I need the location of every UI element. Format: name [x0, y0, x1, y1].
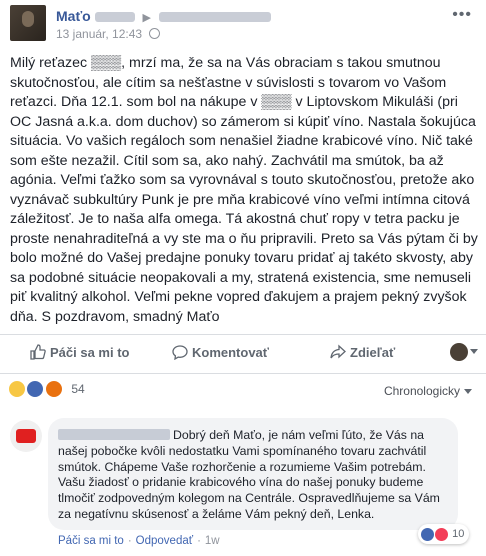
- share-icon: [330, 344, 346, 359]
- redacted-commenter-name[interactable]: [58, 429, 170, 440]
- arrow-right-icon: ▶: [142, 12, 151, 24]
- author-avatar[interactable]: [10, 5, 46, 41]
- share-label: Zdieľať: [350, 345, 396, 360]
- chevron-down-icon[interactable]: [470, 349, 478, 354]
- ellipsis-icon[interactable]: •••: [452, 6, 472, 24]
- like-icon: [26, 380, 45, 398]
- comment-reaction-count: 10: [452, 528, 465, 540]
- redacted-surname: [94, 12, 135, 23]
- separator-dot: ·: [127, 535, 132, 547]
- sort-label: Chronologicky: [383, 384, 460, 398]
- share-button[interactable]: Zdieľať: [330, 344, 395, 360]
- like-button[interactable]: Páči sa mi to: [30, 344, 129, 360]
- reaction-summary[interactable]: 54: [8, 380, 85, 402]
- like-label: Páči sa mi to: [50, 345, 130, 360]
- love-icon: [434, 526, 450, 542]
- comment-sort-dropdown[interactable]: Chronologicky: [384, 384, 472, 398]
- comment-label: Komentovať: [192, 345, 270, 360]
- post-action-bar: Páči sa mi to Komentovať Zdieľať: [0, 334, 486, 374]
- separator-dot: ·: [197, 535, 201, 547]
- brand-logo: [16, 429, 36, 443]
- comment-reply-link[interactable]: Odpovedať: [136, 535, 193, 547]
- comment-button[interactable]: Komentovať: [172, 344, 270, 361]
- comment-like-link[interactable]: Páči sa mi to: [58, 535, 124, 547]
- like-icon: [420, 526, 435, 542]
- viewer-avatar[interactable]: [450, 343, 468, 361]
- comment-reactions[interactable]: 10: [418, 524, 470, 544]
- comment-age[interactable]: 1w: [205, 535, 220, 547]
- author-line: Maťo ▶: [56, 8, 271, 24]
- comment-body: Dobrý deň Maťo, je nám veľmi ľúto, že Vá…: [58, 428, 450, 523]
- comment-icon: [172, 345, 188, 361]
- post-header: Maťo ▶ 13 január, 12:43 •••: [0, 0, 486, 46]
- post-meta: 13 január, 12:43: [56, 27, 161, 41]
- chevron-down-icon: [464, 389, 472, 395]
- author-name[interactable]: Maťo: [56, 8, 91, 24]
- angry-icon: [44, 380, 63, 398]
- reaction-count: 54: [71, 382, 85, 396]
- comment-text: Dobrý deň Maťo, je nám veľmi ľúto, že Vá…: [58, 428, 440, 521]
- post-timestamp[interactable]: 13 január, 12:43: [56, 27, 142, 41]
- comment-actions: Páči sa mi to · Odpovedať · 1w: [58, 535, 220, 547]
- thumbs-up-icon: [30, 344, 46, 360]
- haha-icon: [8, 380, 26, 398]
- globe-icon: [149, 28, 161, 39]
- commenter-avatar[interactable]: [10, 420, 42, 452]
- post-text: Milý reťazec ▒▒▒, mrzí ma, že sa na Vás …: [10, 55, 478, 325]
- redacted-page-name[interactable]: [158, 12, 271, 23]
